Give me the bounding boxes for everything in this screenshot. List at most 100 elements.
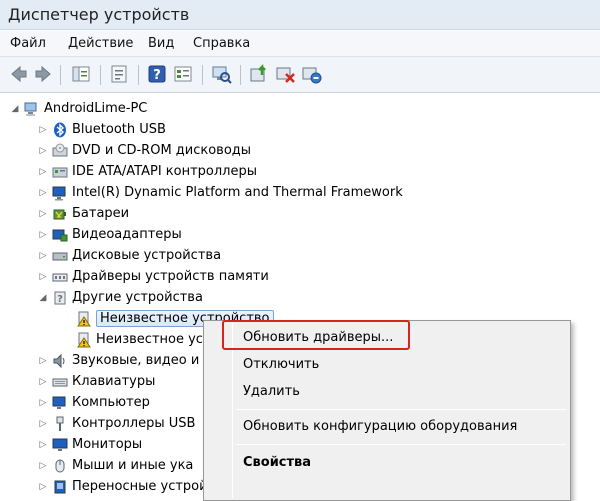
menu-view[interactable]: Вид (148, 36, 174, 51)
properties-icon[interactable] (108, 63, 130, 85)
tree-item-label: Intel(R) Dynamic Platform and Thermal Fr… (72, 185, 403, 200)
tree-item-label: Звуковые, видео и (72, 353, 200, 368)
toolbar-separator (138, 65, 139, 85)
tree-item[interactable]: ▷ Батареи (38, 203, 130, 224)
uninstall-menu-item[interactable]: Удалить (207, 378, 567, 404)
expand-arrow-icon[interactable]: ▷ (38, 230, 48, 240)
expand-arrow-icon[interactable]: ▷ (38, 146, 48, 156)
tree-item-label: Драйверы устройств памяти (72, 269, 269, 284)
tree-item-label: Клавиатуры (72, 374, 156, 389)
uninstall-device-icon[interactable] (300, 63, 322, 85)
back-arrow-icon[interactable] (8, 63, 30, 85)
tree-item[interactable]: ▷ Драйверы устройств памяти (38, 266, 269, 287)
tree-item-label: Видеоадаптеры (72, 227, 182, 242)
tree-item[interactable]: ▷ DVD и CD-ROM дисководы (38, 140, 251, 161)
ide-controller-icon (52, 167, 68, 177)
computer-monitor-icon (52, 186, 66, 200)
show-hide-tree-icon[interactable] (70, 63, 92, 85)
warning-unknown-device-icon (77, 332, 91, 347)
dvd-drive-icon (52, 143, 68, 156)
menu-item-label: Свойства (243, 454, 312, 470)
expand-arrow-icon[interactable]: ▷ (38, 272, 48, 282)
toolbar-separator (202, 65, 203, 85)
forward-arrow-icon[interactable] (32, 63, 54, 85)
tree-root-label: AndroidLime-PC (44, 101, 148, 116)
tree-item[interactable]: ▷ IDE ATA/ATAPI контроллеры (38, 161, 257, 182)
battery-icon (53, 209, 66, 219)
display-adapter-icon (52, 229, 68, 241)
menu-action[interactable]: Действие (68, 36, 133, 51)
tree-item-label: Bluetooth USB (72, 122, 166, 137)
tree-item-label: Батареи (72, 206, 130, 221)
toolbar-separator (60, 65, 61, 85)
tree-item[interactable]: ▷ Intel(R) Dynamic Platform and Thermal … (38, 182, 403, 203)
tree-root[interactable]: ◢ AndroidLime-PC (10, 98, 148, 119)
expand-arrow-icon[interactable]: ▷ (38, 440, 48, 450)
context-menu-separator (236, 444, 566, 445)
tree-item[interactable]: ▷ Дисковые устройства (38, 245, 222, 266)
expand-arrow-icon[interactable]: ▷ (38, 482, 48, 492)
menu-file[interactable]: Файл (10, 36, 46, 51)
menu-help[interactable]: Справка (193, 36, 250, 51)
red-highlight-frame (222, 320, 410, 350)
mouse-icon (55, 459, 65, 472)
computer-icon (52, 396, 66, 409)
expand-arrow-icon[interactable]: ▷ (38, 209, 48, 219)
tree-item[interactable]: ▷ Мониторы (38, 434, 143, 455)
expand-arrow-icon[interactable]: ▷ (38, 167, 48, 177)
expand-arrow-icon[interactable]: ▷ (38, 188, 48, 198)
collapse-arrow-icon[interactable]: ◢ (38, 293, 48, 303)
tree-item-label: Контроллеры USB (72, 416, 196, 431)
memory-device-icon (52, 273, 68, 281)
tree-item[interactable]: ▷ Bluetooth USB (38, 119, 166, 140)
expand-arrow-icon[interactable]: ▷ (38, 419, 48, 429)
context-menu-separator (236, 409, 566, 410)
svg-text:?: ? (57, 294, 63, 305)
update-driver-icon[interactable] (248, 63, 270, 85)
tree-item-label: Неизвестное ус (96, 332, 203, 347)
view-icon[interactable] (172, 63, 194, 85)
tree-item-label: Мониторы (72, 437, 143, 452)
tree-item[interactable]: ▷ Клавиатуры (38, 371, 156, 392)
tree-item-label: Дисковые устройства (72, 248, 222, 263)
sound-icon (53, 353, 65, 368)
title-bar: Диспетчер устройств (0, 0, 600, 30)
toolbar: ? (0, 57, 600, 93)
expand-arrow-icon[interactable]: ▷ (38, 125, 48, 135)
tree-item-label: IDE ATA/ATAPI контроллеры (72, 164, 258, 179)
expand-arrow-icon[interactable]: ▷ (38, 461, 48, 471)
expand-arrow-icon[interactable]: ▷ (38, 251, 48, 261)
tree-item-label: Мыши и иные ука (72, 458, 194, 473)
tree-item[interactable]: ◢ ? Другие устройства (38, 287, 203, 308)
collapse-arrow-icon[interactable]: ◢ (10, 104, 20, 114)
toolbar-separator (100, 65, 101, 85)
disable-menu-item[interactable]: Отключить (207, 351, 567, 377)
menu-item-label: Удалить (243, 383, 300, 399)
tree-item[interactable]: ▷ Компьютер (38, 392, 150, 413)
warning-unknown-device-icon (77, 311, 91, 326)
expand-arrow-icon[interactable]: ▷ (38, 398, 48, 408)
tree-item-label: Другие устройства (72, 290, 203, 305)
portable-device-icon (54, 480, 66, 493)
tree-item[interactable]: Неизвестное ус (76, 329, 203, 350)
expand-arrow-icon[interactable]: ▷ (38, 356, 48, 366)
window-title: Диспетчер устройств (8, 5, 190, 24)
tree-item[interactable]: ▷ Контроллеры USB (38, 413, 195, 434)
properties-menu-item[interactable]: Свойства (207, 449, 567, 475)
toolbar-separator (240, 65, 241, 85)
tree-item-label: Компьютер (72, 395, 150, 410)
disable-device-icon[interactable] (274, 63, 296, 85)
tree-item-label: DVD и CD-ROM дисководы (72, 143, 252, 158)
scan-hardware-icon[interactable] (210, 63, 232, 85)
menu-item-label: Обновить конфигурацию оборудования (243, 418, 518, 434)
tree-item[interactable]: ▷ Мыши и иные ука (38, 455, 194, 476)
tree-item[interactable]: ▷ Звуковые, видео и (38, 350, 200, 371)
computer-icon (24, 102, 37, 116)
help-icon[interactable]: ? (146, 63, 168, 85)
bluetooth-icon (54, 122, 66, 137)
tree-item[interactable]: ▷ Видеоадаптеры (38, 224, 182, 245)
scan-hardware-menu-item[interactable]: Обновить конфигурацию оборудования (207, 413, 567, 439)
expand-arrow-icon[interactable]: ▷ (38, 377, 48, 387)
usb-controller-icon (56, 416, 64, 431)
menu-bar: Файл Действие Вид Справка (0, 31, 600, 57)
